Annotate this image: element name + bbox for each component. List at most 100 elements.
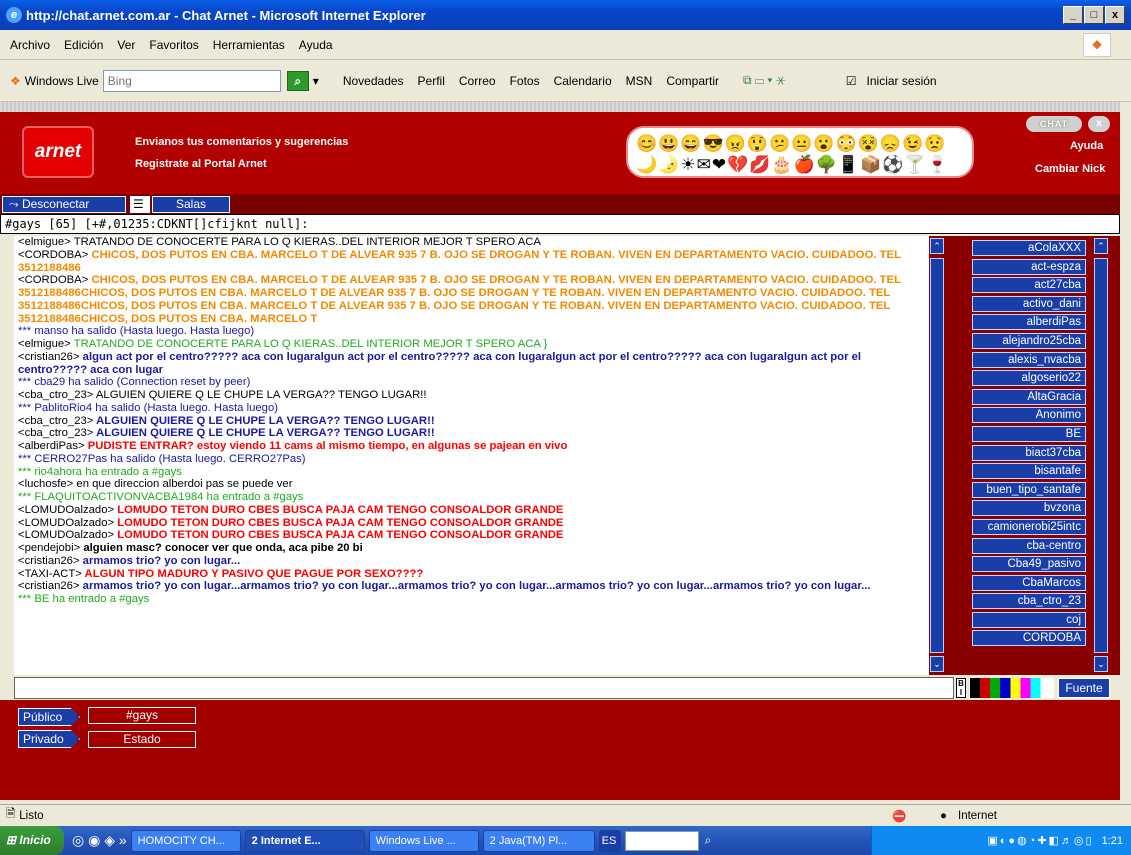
emoticons-row-2[interactable]: 🌙🌛☀✉❤💔💋🎂🍎🌳📱📦⚽🍸🍷 bbox=[636, 154, 964, 175]
scroll-track[interactable] bbox=[930, 258, 944, 653]
user-list-item[interactable]: AltaGracia bbox=[972, 388, 1086, 405]
font-button[interactable]: Fuente bbox=[1058, 678, 1110, 698]
menu-ayuda[interactable]: Ayuda bbox=[299, 38, 333, 52]
chat-nick[interactable]: <TAXI-ACT> bbox=[18, 568, 82, 580]
start-button[interactable]: ⊞ Inicio bbox=[0, 826, 64, 855]
chat-log[interactable]: <elmigue> TRATANDO DE CONOCERTE PARA LO … bbox=[14, 236, 929, 675]
scroll-down-icon[interactable]: ⌄ bbox=[930, 656, 944, 672]
status-field[interactable]: Estado bbox=[88, 731, 196, 748]
user-list-item[interactable]: act27cba bbox=[972, 277, 1086, 294]
menu-herramientas[interactable]: Herramientas bbox=[213, 38, 285, 52]
scroll-up-icon[interactable]: ⌃ bbox=[930, 238, 944, 254]
user-list-item[interactable]: camionerobi25intc bbox=[972, 518, 1086, 535]
private-button[interactable]: Privado bbox=[18, 730, 80, 748]
chat-nick[interactable]: <alberdiPas> bbox=[18, 440, 85, 452]
user-list-item[interactable]: alexis_nvacba bbox=[972, 351, 1086, 368]
user-list-item[interactable]: alberdiPas bbox=[972, 314, 1086, 331]
tray-icons[interactable]: ▣◐●◍◔✚◧♬◎▯ bbox=[987, 834, 1093, 847]
menu-edicion[interactable]: Edición bbox=[64, 38, 103, 52]
user-list-item[interactable]: act-espza bbox=[972, 258, 1086, 275]
chat-nick[interactable]: <elmigue> bbox=[18, 236, 71, 248]
color-palette[interactable]: B I bbox=[956, 677, 1056, 699]
toolbar-msn[interactable]: MSN bbox=[626, 74, 653, 88]
chat-nick[interactable]: <CORDOBA> bbox=[18, 274, 88, 286]
task-windows-live[interactable]: Windows Live ... bbox=[368, 829, 479, 852]
search-go-icon[interactable]: ⌕ bbox=[286, 70, 309, 91]
emoticon-panel[interactable]: 😊😃😄😎😠😲😕😐😮😳😵😞😉😟 🌙🌛☀✉❤💔💋🎂🍎🌳📱📦⚽🍸🍷 bbox=[626, 126, 974, 178]
chat-nick[interactable]: <cba_ctro_23> bbox=[18, 389, 93, 401]
user-list-item[interactable]: activo_dani bbox=[972, 295, 1086, 312]
user-list-item[interactable]: alejandro25cba bbox=[972, 332, 1086, 349]
user-list-item[interactable]: CbaMarcos bbox=[972, 574, 1086, 591]
user-list-item[interactable]: coj bbox=[972, 611, 1086, 628]
task-java[interactable]: 2 Java(TM) Pl... bbox=[482, 829, 595, 852]
close-button[interactable]: x bbox=[1105, 6, 1125, 24]
quicklaunch-icons[interactable]: ◎ ◉ ◈ » bbox=[72, 832, 127, 849]
disconnect-button[interactable]: ⤳ Desconectar bbox=[2, 195, 126, 213]
bold-icon[interactable]: B I bbox=[956, 678, 966, 698]
chat-button[interactable]: CHAT bbox=[1026, 116, 1082, 132]
user-list-item[interactable]: algoserio22 bbox=[972, 370, 1086, 387]
message-input[interactable] bbox=[14, 677, 954, 699]
window-titlebar[interactable]: e http://chat.arnet.com.ar - Chat Arnet … bbox=[0, 0, 1131, 30]
emoticons-row-1[interactable]: 😊😃😄😎😠😲😕😐😮😳😵😞😉😟 bbox=[636, 133, 964, 154]
checkbox-icon[interactable]: ☑ bbox=[846, 74, 857, 88]
user-scroll-track[interactable] bbox=[1094, 258, 1108, 653]
user-list[interactable]: aColaXXX act-espza act27cba activo_danialbe… bbox=[972, 240, 1086, 674]
chat-nick[interactable]: <luchosfe> bbox=[18, 478, 73, 490]
maximize-button[interactable]: □ bbox=[1084, 6, 1104, 24]
user-list-item[interactable]: cba-centro bbox=[972, 537, 1086, 554]
signin-link[interactable]: Iniciar sesión bbox=[867, 74, 937, 88]
public-button[interactable]: Público bbox=[18, 708, 80, 726]
task-homocity[interactable]: HOMOCITY CH... bbox=[130, 829, 241, 852]
user-scroll-up-icon[interactable]: ⌃ bbox=[1094, 238, 1108, 254]
register-link[interactable]: Registrate al Portal Arnet bbox=[135, 158, 267, 170]
cambiar-nick-link[interactable]: Cambiar Nick bbox=[1035, 163, 1105, 175]
toolbar-calendario[interactable]: Calendario bbox=[554, 74, 612, 88]
menu-ver[interactable]: Ver bbox=[117, 38, 135, 52]
windows-live-label[interactable]: Windows Live bbox=[25, 74, 99, 88]
search-dropdown-icon[interactable]: ▾ bbox=[313, 74, 319, 88]
user-list-item[interactable]: aColaXXX bbox=[972, 240, 1086, 256]
taskbar-search-box[interactable] bbox=[624, 830, 699, 851]
menu-archivo[interactable]: Archivo bbox=[10, 38, 50, 52]
toolbar-novedades[interactable]: Novedades bbox=[343, 74, 404, 88]
toolbar-widget-icons[interactable]: ⧉ ▭ ▾ ⚹ bbox=[743, 73, 786, 88]
user-list-item[interactable]: BE bbox=[972, 425, 1086, 442]
chat-scrollbar[interactable]: ⌃ ⌄ bbox=[929, 236, 945, 675]
user-list-item[interactable]: CORDOBA bbox=[972, 630, 1086, 647]
user-list-item[interactable]: bisantafe bbox=[972, 463, 1086, 480]
header-close-button[interactable]: x bbox=[1088, 116, 1110, 132]
user-list-item[interactable]: buen_tipo_santafe bbox=[972, 481, 1086, 498]
user-list-item[interactable]: Anonimo bbox=[972, 407, 1086, 424]
chat-nick[interactable]: <LOMUDOalzado> bbox=[18, 529, 114, 541]
color-swatches[interactable] bbox=[970, 678, 1054, 698]
user-list-item[interactable]: Cba49_pasivo bbox=[972, 556, 1086, 573]
feedback-link[interactable]: Envianos tus comentarios y sugerencias bbox=[135, 136, 348, 148]
minimize-button[interactable]: _ bbox=[1063, 6, 1083, 24]
ayuda-link[interactable]: Ayuda bbox=[1070, 140, 1103, 152]
menu-favoritos[interactable]: Favoritos bbox=[149, 38, 198, 52]
chat-nick[interactable]: <cristian26> bbox=[18, 351, 80, 363]
toolbar-compartir[interactable]: Compartir bbox=[666, 74, 719, 88]
user-list-item[interactable]: cba_ctro_23 bbox=[972, 593, 1086, 610]
user-list-item[interactable]: bvzona bbox=[972, 500, 1086, 517]
user-list-scrollbar[interactable]: ⌃ ⌄ bbox=[1093, 236, 1109, 675]
chat-nick[interactable]: <pendejobi> bbox=[18, 542, 80, 554]
search-input[interactable] bbox=[102, 69, 281, 92]
chat-nick[interactable]: <LOMUDOalzado> bbox=[18, 517, 114, 529]
rooms-icon[interactable]: ☰ bbox=[130, 195, 150, 213]
user-list-item[interactable]: biact37cba bbox=[972, 444, 1086, 461]
chat-nick[interactable]: <cristian26> bbox=[18, 555, 80, 567]
rooms-button[interactable]: Salas bbox=[152, 195, 230, 213]
public-channel-field[interactable]: #gays bbox=[88, 707, 196, 724]
taskbar-search-icon[interactable]: ⌕ bbox=[705, 833, 712, 848]
chat-nick[interactable]: <cba_ctro_23> bbox=[18, 427, 93, 439]
chat-nick[interactable]: <cristian26> bbox=[18, 580, 80, 592]
chat-nick[interactable]: <LOMUDOalzado> bbox=[18, 504, 114, 516]
task-internet-explorer[interactable]: 2 Internet E... bbox=[244, 829, 365, 852]
toolbar-correo[interactable]: Correo bbox=[459, 74, 496, 88]
chat-nick[interactable]: <CORDOBA> bbox=[18, 249, 88, 261]
toolbar-fotos[interactable]: Fotos bbox=[510, 74, 540, 88]
chat-nick[interactable]: <cba_ctro_23> bbox=[18, 415, 93, 427]
